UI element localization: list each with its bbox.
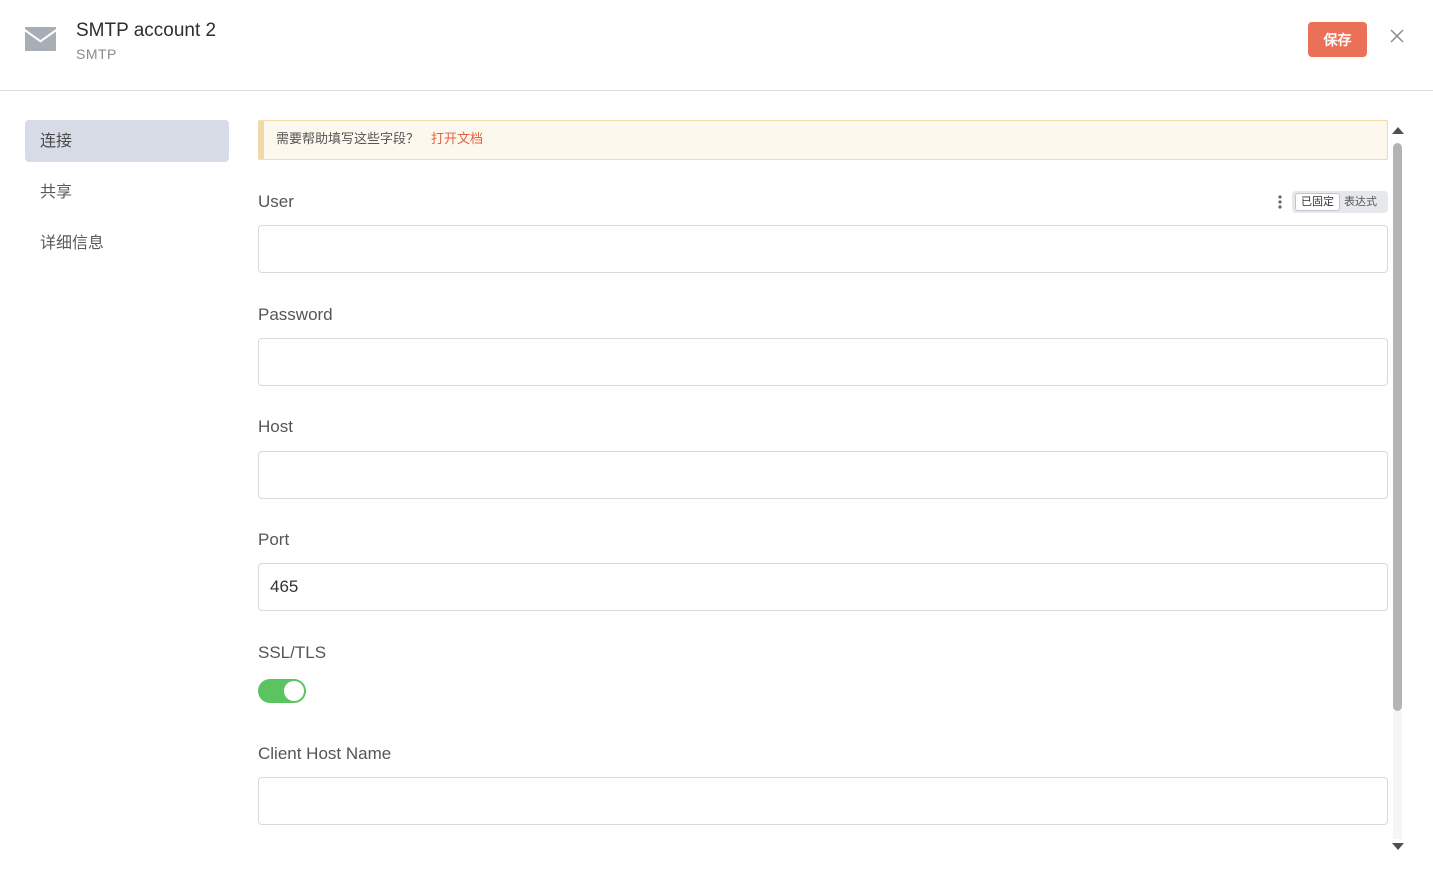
host-label: Host	[258, 417, 293, 436]
password-input[interactable]	[258, 338, 1388, 386]
port-input[interactable]	[258, 563, 1388, 611]
client-host-input[interactable]	[258, 777, 1388, 825]
modal-header: SMTP account 2 SMTP 保存	[0, 0, 1433, 91]
ssl-label: SSL/TLS	[258, 643, 327, 662]
sidebar-item-connection[interactable]: 连接	[25, 120, 229, 162]
fixed-expression-toggle: 已固定 表达式	[1292, 191, 1388, 213]
password-label: Password	[258, 305, 333, 324]
help-notice: 需要帮助填写这些字段？ 打开文档	[258, 120, 1388, 160]
port-label: Port	[258, 530, 290, 549]
scrollbar-track	[1393, 711, 1402, 839]
sidebar: 连接 共享 详细信息	[25, 120, 229, 273]
ssl-toggle[interactable]	[258, 679, 306, 703]
connection-form: 需要帮助填写这些字段？ 打开文档 User 已固定 表达式 Password Ho…	[258, 120, 1388, 860]
scroll-down-icon[interactable]	[1391, 842, 1405, 852]
save-button[interactable]: 保存	[1308, 22, 1367, 57]
credential-modal: SMTP account 2 SMTP 保存 连接 共享 详细信息 需要帮助填写…	[0, 0, 1433, 883]
more-options-icon[interactable]	[1277, 194, 1283, 210]
help-text: 需要帮助填写这些字段？	[276, 132, 420, 147]
envelope-icon	[25, 27, 56, 51]
user-label: User	[258, 192, 294, 211]
page-title: SMTP account 2	[76, 20, 217, 41]
client-host-label: Client Host Name	[258, 744, 392, 763]
mode-fixed-option[interactable]: 已固定	[1295, 193, 1340, 211]
host-input[interactable]	[258, 451, 1388, 499]
sidebar-item-sharing[interactable]: 共享	[25, 171, 229, 213]
close-icon[interactable]	[1389, 28, 1405, 44]
scroll-up-icon[interactable]	[1391, 125, 1405, 135]
scrollbar-thumb[interactable]	[1393, 143, 1402, 711]
open-docs-link[interactable]: 打开文档	[431, 132, 483, 147]
ssl-toggle-knob	[284, 681, 304, 701]
sidebar-item-details[interactable]: 详细信息	[25, 222, 229, 264]
scrollbar[interactable]	[1390, 120, 1406, 860]
credential-type: SMTP	[76, 46, 117, 62]
mode-expression-option[interactable]: 表达式	[1344, 191, 1377, 213]
user-input[interactable]	[258, 225, 1388, 273]
